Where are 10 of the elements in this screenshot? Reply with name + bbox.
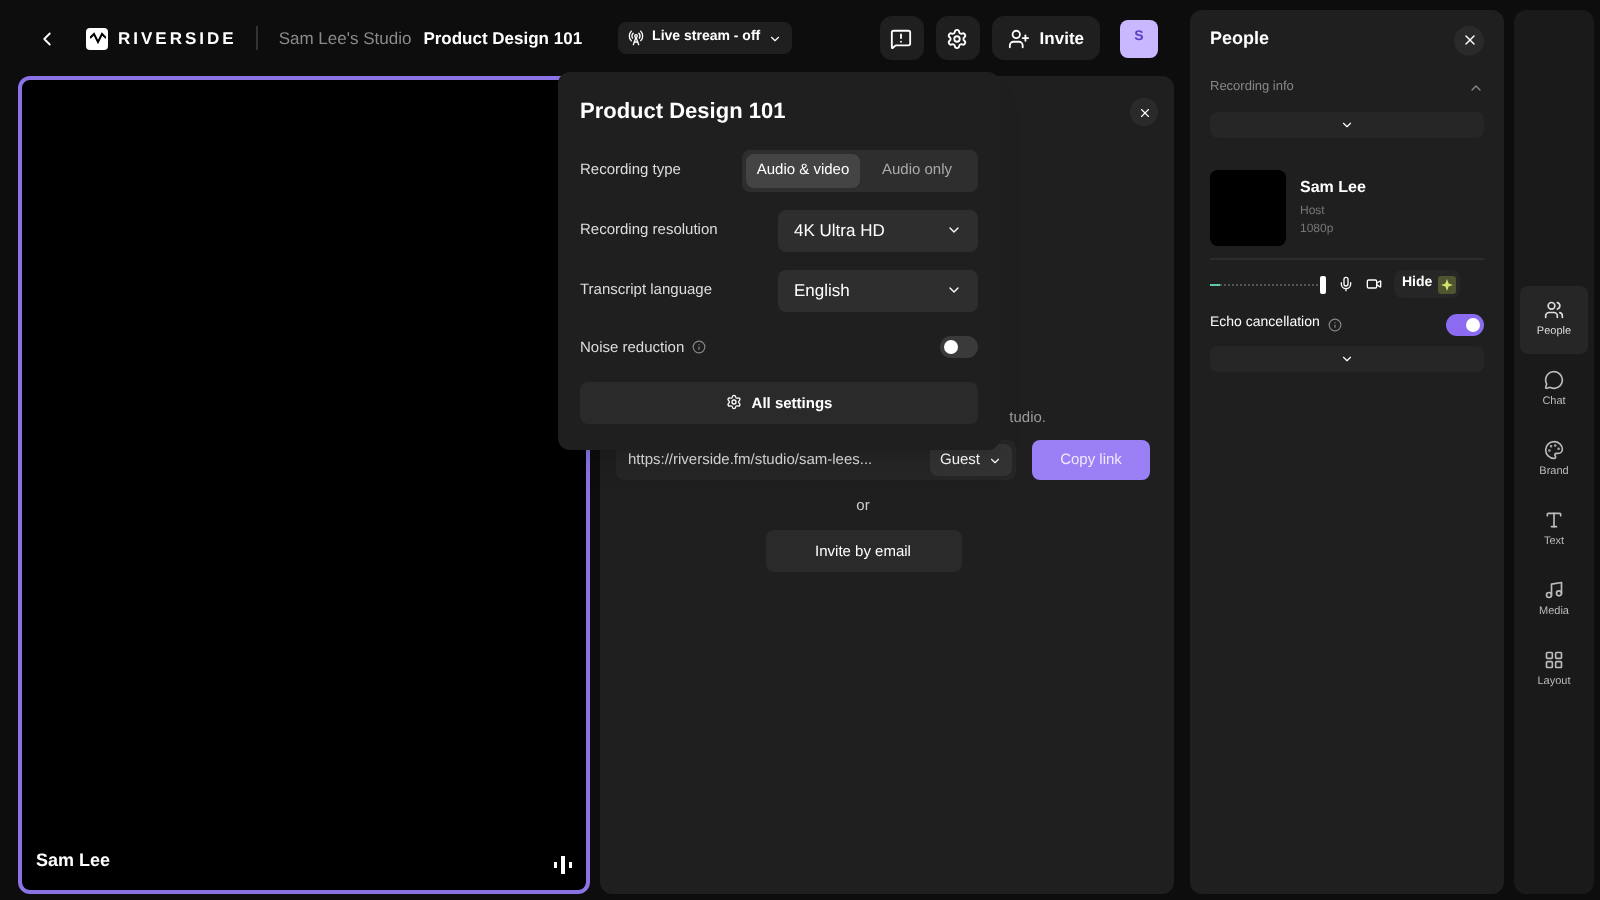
- project-title: Product Design 101: [423, 25, 583, 51]
- participant-name: Sam Lee: [36, 847, 111, 873]
- language-dropdown[interactable]: English: [778, 269, 978, 311]
- resolution-dropdown[interactable]: 4K Ultra HD: [778, 209, 978, 251]
- studio-name: Sam Lee's Studio: [278, 25, 412, 51]
- panel-title: People: [1210, 26, 1270, 53]
- logo-text: RIVERSIDE: [118, 25, 237, 51]
- invite-button[interactable]: Invite: [991, 16, 1100, 60]
- popover-title: Product Design 101: [580, 98, 788, 128]
- participant-name: Sam Lee: [1300, 176, 1366, 200]
